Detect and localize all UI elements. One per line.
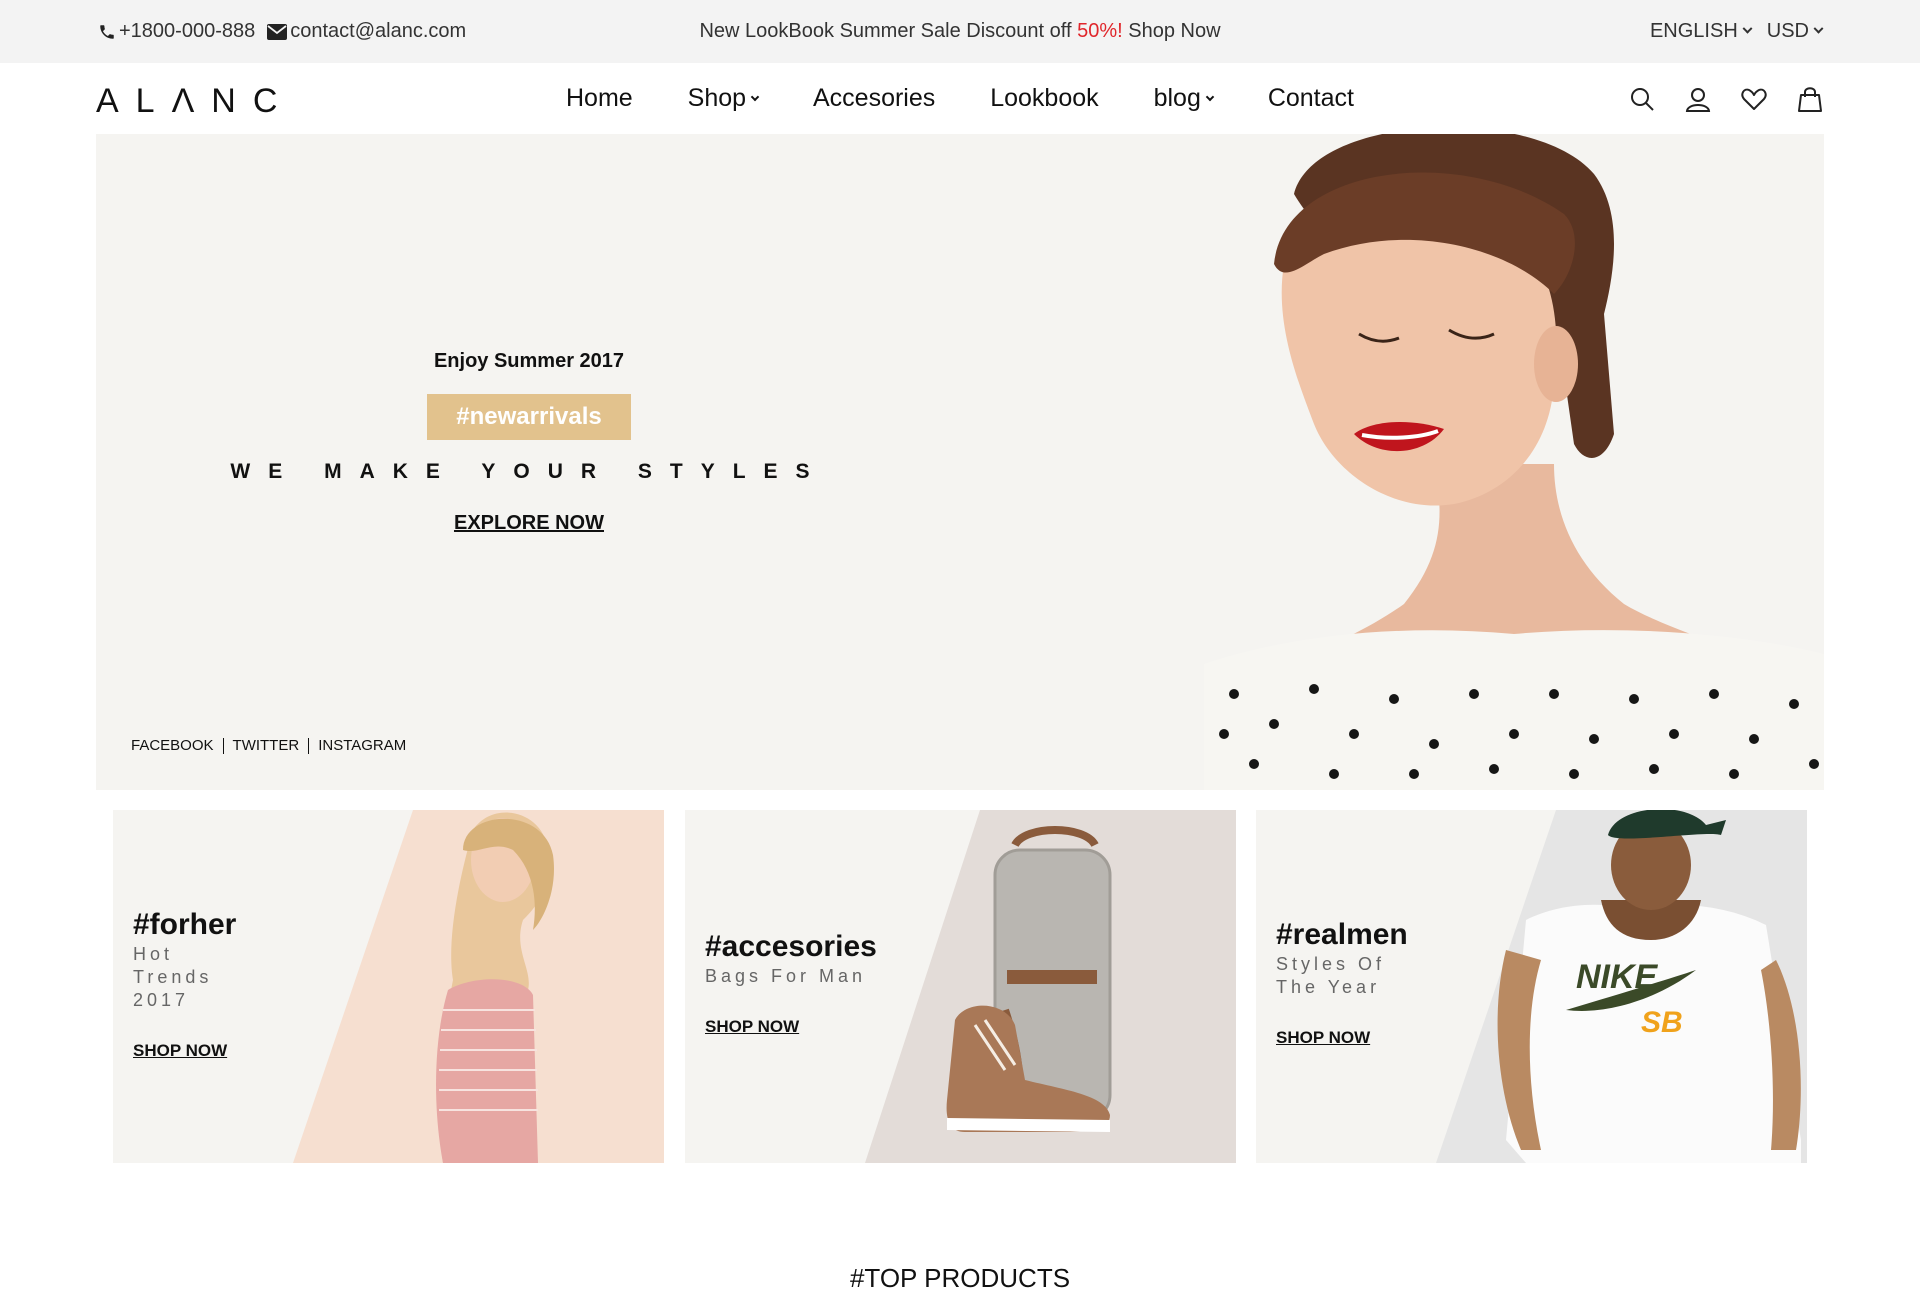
nav-home-label: Home (566, 84, 633, 112)
card-subtitle-line: Hot (133, 944, 174, 964)
social-links: FACEBOOK TWITTER INSTAGRAM (131, 738, 415, 754)
card-subtitle-line: Trends (133, 967, 213, 987)
card-realmen-info: #realmen Styles Of The Year SHOP NOW (1276, 918, 1408, 1048)
social-link-facebook[interactable]: FACEBOOK (131, 738, 224, 754)
card-title: #accesories (705, 930, 877, 963)
language-dropdown[interactable]: ENGLISH (1649, 20, 1753, 43)
phone-icon (100, 24, 114, 39)
category-card-accesories[interactable]: #accesories Bags For Man SHOP NOW (685, 810, 1236, 1163)
hero-slogan: WE MAKE YOUR STYLES (230, 460, 828, 483)
card-subtitle-line: Styles Of (1276, 954, 1386, 974)
nav-contact[interactable]: Contact (1268, 84, 1354, 113)
contact-info: +1800-000-888 contact@alanc.com (98, 20, 478, 43)
email-address: contact@alanc.com (290, 20, 467, 42)
card-subtitle-line: 2017 (133, 990, 190, 1010)
wishlist-heart-icon[interactable] (1740, 85, 1768, 113)
sb-logo-text: SB (1641, 1006, 1683, 1039)
nav-blog[interactable]: blog (1153, 84, 1215, 113)
card-forher-info: #forher Hot Trends 2017 SHOP NOW (133, 908, 236, 1061)
hero-eyebrow: Enjoy Summer 2017 (433, 350, 625, 372)
explore-now-link[interactable]: EXPLORE NOW (454, 512, 604, 535)
email-contact[interactable]: contact@alanc.com (267, 20, 466, 43)
card-subtitle-line: The Year (1276, 977, 1381, 997)
phone-number: +1800-000-888 (119, 20, 256, 42)
chevron-down-icon (1813, 23, 1824, 34)
site-logo[interactable]: ALΛNC (96, 82, 294, 121)
nav-shop-label: Shop (687, 84, 747, 112)
chevron-down-icon (1205, 92, 1215, 101)
social-link-twitter[interactable]: TWITTER (224, 738, 310, 754)
card-subtitle-line: Bags For Man (705, 966, 867, 986)
chevron-down-icon (1742, 23, 1753, 34)
top-bar: +1800-000-888 contact@alanc.com New Look… (0, 0, 1920, 63)
card-title: #forher (133, 908, 237, 941)
hero-banner: Enjoy Summer 2017 #newarrivals WE MAKE Y… (96, 134, 1824, 790)
envelope-icon (267, 23, 288, 40)
card-title: #realmen (1276, 918, 1408, 951)
search-icon[interactable] (1628, 85, 1656, 113)
nav-shop[interactable]: Shop (687, 84, 760, 113)
nav-blog-label: blog (1153, 84, 1201, 112)
hero-model-image (1204, 134, 1824, 790)
category-card-forher[interactable]: #forher Hot Trends 2017 SHOP NOW (113, 810, 664, 1163)
card-accesories-info: #accesories Bags For Man SHOP NOW (705, 930, 877, 1037)
top-products-title: #TOP PRODUCTS (849, 1263, 1071, 1289)
chevron-down-icon (750, 92, 760, 101)
hero-tag-badge: #newarrivals (427, 394, 631, 440)
language-label: ENGLISH (1649, 20, 1738, 42)
nav-lookbook-label: Lookbook (990, 84, 1099, 112)
shop-now-link[interactable]: SHOP NOW (133, 1041, 227, 1061)
promo-shop-now-link[interactable]: Shop Now (1128, 20, 1220, 42)
currency-label: USD (1766, 20, 1809, 42)
locale-selectors: ENGLISH USD (1634, 20, 1824, 43)
social-link-instagram[interactable]: INSTAGRAM (309, 738, 415, 754)
account-icon[interactable] (1684, 85, 1712, 113)
promo-text: New LookBook Summer Sale Discount off (699, 20, 1072, 42)
header-actions (1600, 85, 1824, 113)
phone-contact[interactable]: +1800-000-888 (98, 20, 255, 43)
hero-text-block: Enjoy Summer 2017 #newarrivals WE MAKE Y… (96, 350, 962, 535)
nav-contact-label: Contact (1267, 84, 1354, 112)
nav-home[interactable]: Home (566, 84, 633, 113)
shop-now-link[interactable]: SHOP NOW (705, 1017, 799, 1037)
nav-lookbook[interactable]: Lookbook (990, 84, 1098, 113)
cart-bag-icon[interactable] (1796, 85, 1824, 113)
site-header: ALΛNC Home Shop Accesories Lookbook blog… (0, 63, 1920, 134)
promo-discount: 50%! (1077, 20, 1123, 42)
currency-dropdown[interactable]: USD (1766, 20, 1824, 43)
nav-accesories[interactable]: Accesories (813, 84, 935, 113)
shop-now-link[interactable]: SHOP NOW (1276, 1028, 1370, 1048)
nav-accesories-label: Accesories (812, 84, 936, 112)
category-card-realmen[interactable]: NIKE SB #realmen Styles Of The Year SHOP… (1256, 810, 1807, 1163)
